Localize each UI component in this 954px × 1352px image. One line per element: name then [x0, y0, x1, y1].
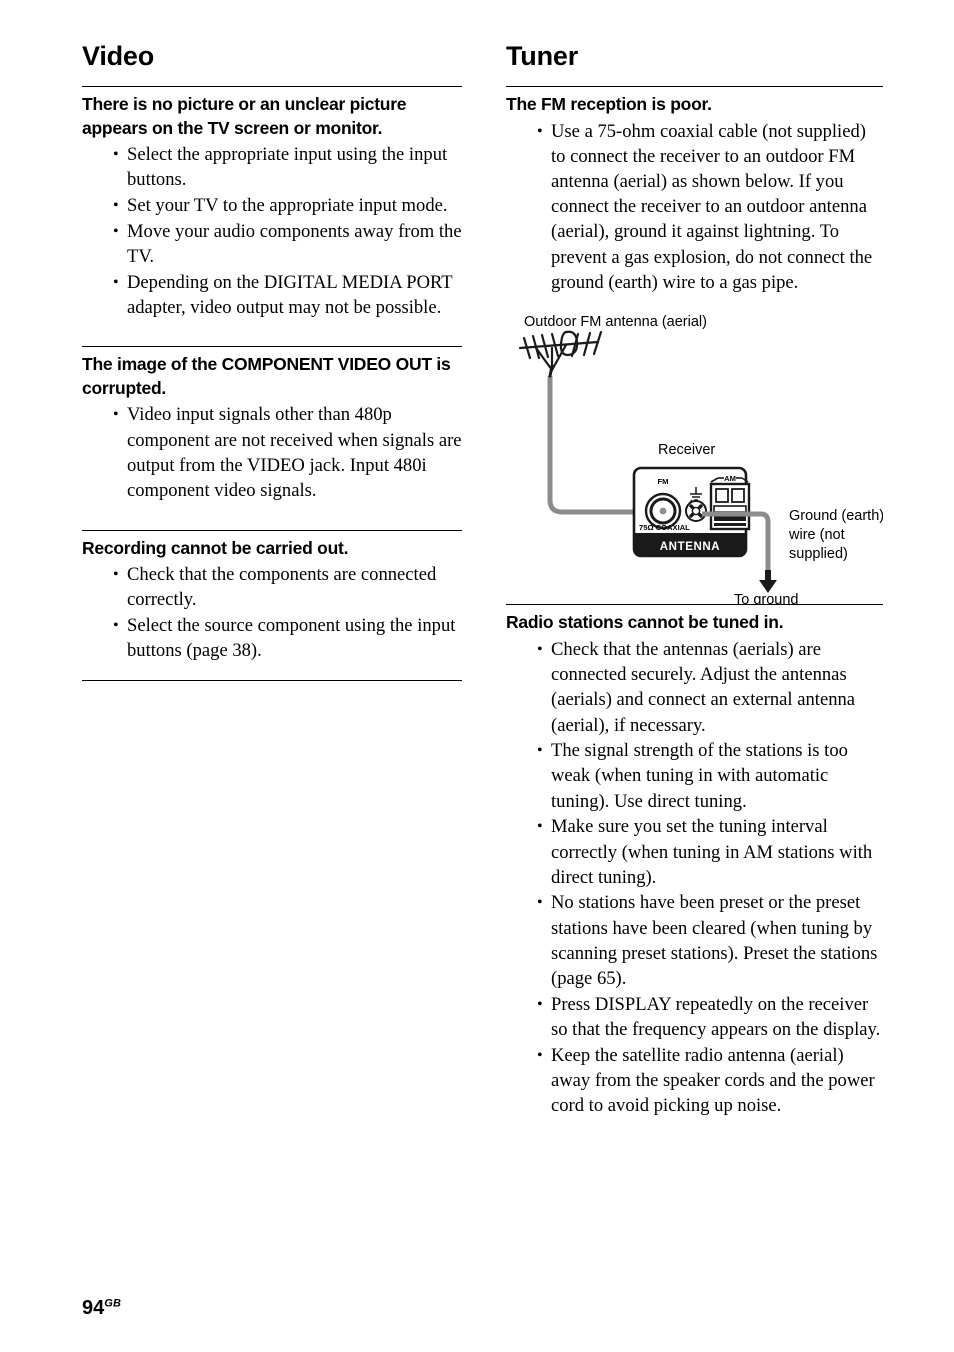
manual-page: Video There is no picture or an unclear …	[0, 0, 954, 1352]
list-item: Depending on the DIGITAL MEDIA PORT adap…	[113, 270, 462, 320]
list-item: Make sure you set the tuning interval co…	[537, 814, 883, 890]
to-ground-arrow	[759, 570, 777, 594]
ground-wire-caption-line2: wire (not	[788, 527, 845, 543]
bullet-list-fm-reception: Use a 75-ohm coaxial cable (not supplied…	[506, 119, 883, 295]
subheading-fm-reception: The FM reception is poor.	[506, 94, 712, 114]
subheading-component-video: The image of the COMPONENT VIDEO OUT is …	[82, 354, 451, 398]
list-item: Set your TV to the appropriate input mod…	[113, 193, 462, 218]
divider	[82, 529, 462, 531]
antenna-caption: Outdoor FM antenna (aerial)	[524, 314, 707, 330]
to-ground-caption: To ground	[734, 592, 799, 604]
list-item: No stations have been preset or the pres…	[537, 890, 883, 991]
list-item: Keep the satellite radio antenna (aerial…	[537, 1043, 883, 1119]
receiver-caption: Receiver	[658, 442, 715, 458]
antenna-band-label: ANTENNA	[660, 541, 720, 553]
page-number-footer: 94GB	[82, 1297, 121, 1320]
section-title-video: Video	[82, 41, 155, 71]
page-number: 94	[82, 1297, 105, 1319]
list-item: Video input signals other than 480p comp…	[113, 402, 462, 503]
divider	[82, 346, 462, 348]
divider	[82, 680, 462, 682]
page-number-suffix: GB	[104, 1297, 122, 1310]
section-title-tuner: Tuner	[506, 41, 578, 71]
fm-label: FM	[658, 477, 669, 486]
list-item: Use a 75-ohm coaxial cable (not supplied…	[537, 119, 883, 295]
fm-antenna-connection-diagram: Outdoor FM antenna (aerial) Receiver ANT…	[506, 304, 883, 604]
subheading-recording: Recording cannot be carried out.	[82, 537, 349, 558]
list-item: Press DISPLAY repeatedly on the receiver…	[537, 992, 883, 1042]
right-column: Tuner The FM reception is poor. Use a 75…	[506, 40, 883, 1119]
am-label: AM	[724, 474, 736, 483]
list-item: Check that the antennas (aerials) are co…	[537, 637, 883, 738]
ground-screw-terminal	[685, 500, 707, 523]
divider	[506, 604, 883, 606]
bullet-list-component-video: Video input signals other than 480p comp…	[82, 402, 462, 503]
list-item: Select the source component using the in…	[113, 613, 462, 663]
divider	[82, 86, 462, 87]
list-item: Select the appropriate input using the i…	[113, 142, 462, 192]
bullet-list-radio-stations: Check that the antennas (aerials) are co…	[506, 637, 883, 1118]
list-item: Check that the components are connected …	[113, 562, 462, 612]
am-terminal-block	[709, 483, 751, 531]
divider	[506, 86, 883, 87]
coaxial-cable	[547, 376, 646, 515]
list-item: Move your audio components away from the…	[113, 219, 462, 269]
ground-wire-caption-line1: Ground (earth)	[789, 508, 883, 524]
outdoor-antenna-icon	[518, 331, 603, 378]
left-column: Video There is no picture or an unclear …	[82, 40, 462, 682]
bullet-list-recording: Check that the components are connected …	[82, 562, 462, 663]
ground-wire-caption-line3: supplied)	[789, 546, 848, 562]
subheading-radio-stations: Radio stations cannot be tuned in.	[506, 612, 784, 633]
bullet-list-no-picture: Select the appropriate input using the i…	[82, 142, 462, 320]
coaxial-label: 75Ω COAXIAL	[639, 523, 690, 532]
list-item: The signal strength of the stations is t…	[537, 738, 883, 814]
subheading-no-picture: There is no picture or an unclear pictur…	[82, 94, 407, 138]
